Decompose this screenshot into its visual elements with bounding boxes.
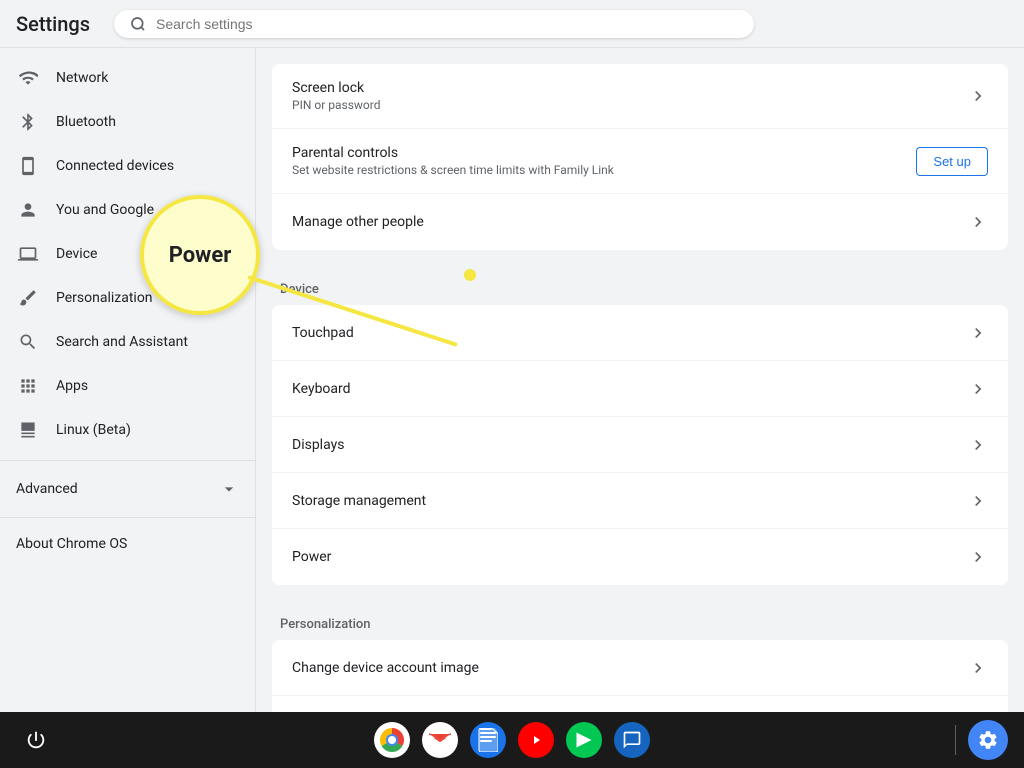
chevron-right-icon <box>968 547 988 567</box>
manage-other-people-title: Manage other people <box>292 214 968 230</box>
sidebar-item-network[interactable]: Network <box>0 56 247 100</box>
touchpad-title: Touchpad <box>292 325 968 341</box>
sidebar-item-label: Search and Assistant <box>56 334 188 350</box>
device-section-header: Device <box>256 266 1024 305</box>
brush-icon <box>16 286 40 310</box>
sidebar-advanced-label: Advanced <box>16 481 78 497</box>
sidebar-item-label: Apps <box>56 378 88 394</box>
sidebar-item-personalization[interactable]: Personalization <box>0 276 247 320</box>
personalization-section-header: Personalization <box>256 601 1024 640</box>
sidebar-item-label: Network <box>56 70 108 86</box>
parental-controls-subtitle: Set website restrictions & screen time l… <box>292 163 916 177</box>
keyboard-title: Keyboard <box>292 381 968 397</box>
sidebar-item-device[interactable]: Device <box>0 232 247 276</box>
personalization-card: Change device account image Wallpaper Op… <box>272 640 1008 712</box>
sidebar-item-label: Connected devices <box>56 158 174 174</box>
change-device-account-image-title: Change device account image <box>292 660 968 676</box>
sidebar-item-label: Personalization <box>56 290 153 306</box>
settings-taskbar-icon[interactable] <box>968 720 1008 760</box>
youtube-app-icon[interactable] <box>516 720 556 760</box>
page-title: Settings <box>16 12 90 36</box>
chevron-right-icon <box>968 435 988 455</box>
security-card: Screen lock PIN or password Parental con… <box>272 64 1008 250</box>
sidebar-divider-2 <box>0 517 255 518</box>
change-device-account-image-item[interactable]: Change device account image <box>272 640 1008 696</box>
sidebar-about[interactable]: About Chrome OS <box>0 526 255 562</box>
chevron-down-icon <box>219 479 239 499</box>
top-bar: Settings <box>0 0 1024 48</box>
sidebar-divider <box>0 460 255 461</box>
sidebar-item-linux-beta[interactable]: Linux (Beta) <box>0 408 247 452</box>
sidebar-item-connected-devices[interactable]: Connected devices <box>0 144 247 188</box>
screen-lock-title: Screen lock <box>292 80 968 96</box>
sidebar-item-you-and-google[interactable]: You and Google <box>0 188 247 232</box>
sidebar-item-search-and-assistant[interactable]: Search and Assistant <box>0 320 247 364</box>
taskbar-center <box>372 720 652 760</box>
terminal-icon <box>16 418 40 442</box>
chevron-right-icon <box>968 491 988 511</box>
displays-item[interactable]: Displays <box>272 417 1008 473</box>
screen-lock-item[interactable]: Screen lock PIN or password <box>272 64 1008 129</box>
wifi-icon <box>16 66 40 90</box>
keyboard-item[interactable]: Keyboard <box>272 361 1008 417</box>
laptop-icon <box>16 242 40 266</box>
device-card: Touchpad Keyboard Displays Storage manag… <box>272 305 1008 585</box>
search-input[interactable] <box>156 16 738 32</box>
storage-management-item[interactable]: Storage management <box>272 473 1008 529</box>
sidebar-item-label: Linux (Beta) <box>56 422 131 438</box>
displays-title: Displays <box>292 437 968 453</box>
play-app-icon[interactable] <box>564 720 604 760</box>
bluetooth-icon <box>16 110 40 134</box>
chrome-app-icon[interactable] <box>372 720 412 760</box>
search-icon <box>130 16 146 32</box>
taskbar-right <box>947 720 1008 760</box>
search-nav-icon <box>16 330 40 354</box>
gmail-app-icon[interactable] <box>420 720 460 760</box>
sidebar-advanced[interactable]: Advanced <box>0 469 255 509</box>
parental-controls-title: Parental controls <box>292 145 916 161</box>
messages-app-icon[interactable] <box>612 720 652 760</box>
chevron-right-icon <box>968 658 988 678</box>
sidebar-item-apps[interactable]: Apps <box>0 364 247 408</box>
sidebar: Network Bluetooth Connected devices You … <box>0 48 256 712</box>
chevron-right-icon <box>968 86 988 106</box>
manage-other-people-item[interactable]: Manage other people <box>272 194 1008 250</box>
taskbar-left <box>16 720 56 760</box>
wallpaper-item[interactable]: Wallpaper Open the wallpaper app <box>272 696 1008 712</box>
taskbar-divider <box>955 725 956 755</box>
sidebar-item-bluetooth[interactable]: Bluetooth <box>0 100 247 144</box>
apps-icon <box>16 374 40 398</box>
touchpad-item[interactable]: Touchpad <box>272 305 1008 361</box>
person-icon <box>16 198 40 222</box>
sidebar-about-label: About Chrome OS <box>16 536 127 552</box>
chevron-right-icon <box>968 212 988 232</box>
main-layout: Network Bluetooth Connected devices You … <box>0 48 1024 712</box>
search-bar[interactable] <box>114 10 754 38</box>
screen-lock-subtitle: PIN or password <box>292 98 968 112</box>
chevron-right-icon <box>968 323 988 343</box>
docs-app-icon[interactable] <box>468 720 508 760</box>
sidebar-item-label: Device <box>56 246 97 262</box>
setup-button[interactable]: Set up <box>916 147 988 176</box>
sidebar-item-label: Bluetooth <box>56 114 116 130</box>
content-area: Screen lock PIN or password Parental con… <box>256 48 1024 712</box>
chevron-right-icon <box>968 379 988 399</box>
power-item[interactable]: Power <box>272 529 1008 585</box>
devices-icon <box>16 154 40 178</box>
sidebar-item-label: You and Google <box>56 202 154 218</box>
power-button[interactable] <box>16 720 56 760</box>
storage-management-title: Storage management <box>292 493 968 509</box>
power-title: Power <box>292 549 968 565</box>
taskbar <box>0 712 1024 768</box>
parental-controls-item[interactable]: Parental controls Set website restrictio… <box>272 129 1008 194</box>
